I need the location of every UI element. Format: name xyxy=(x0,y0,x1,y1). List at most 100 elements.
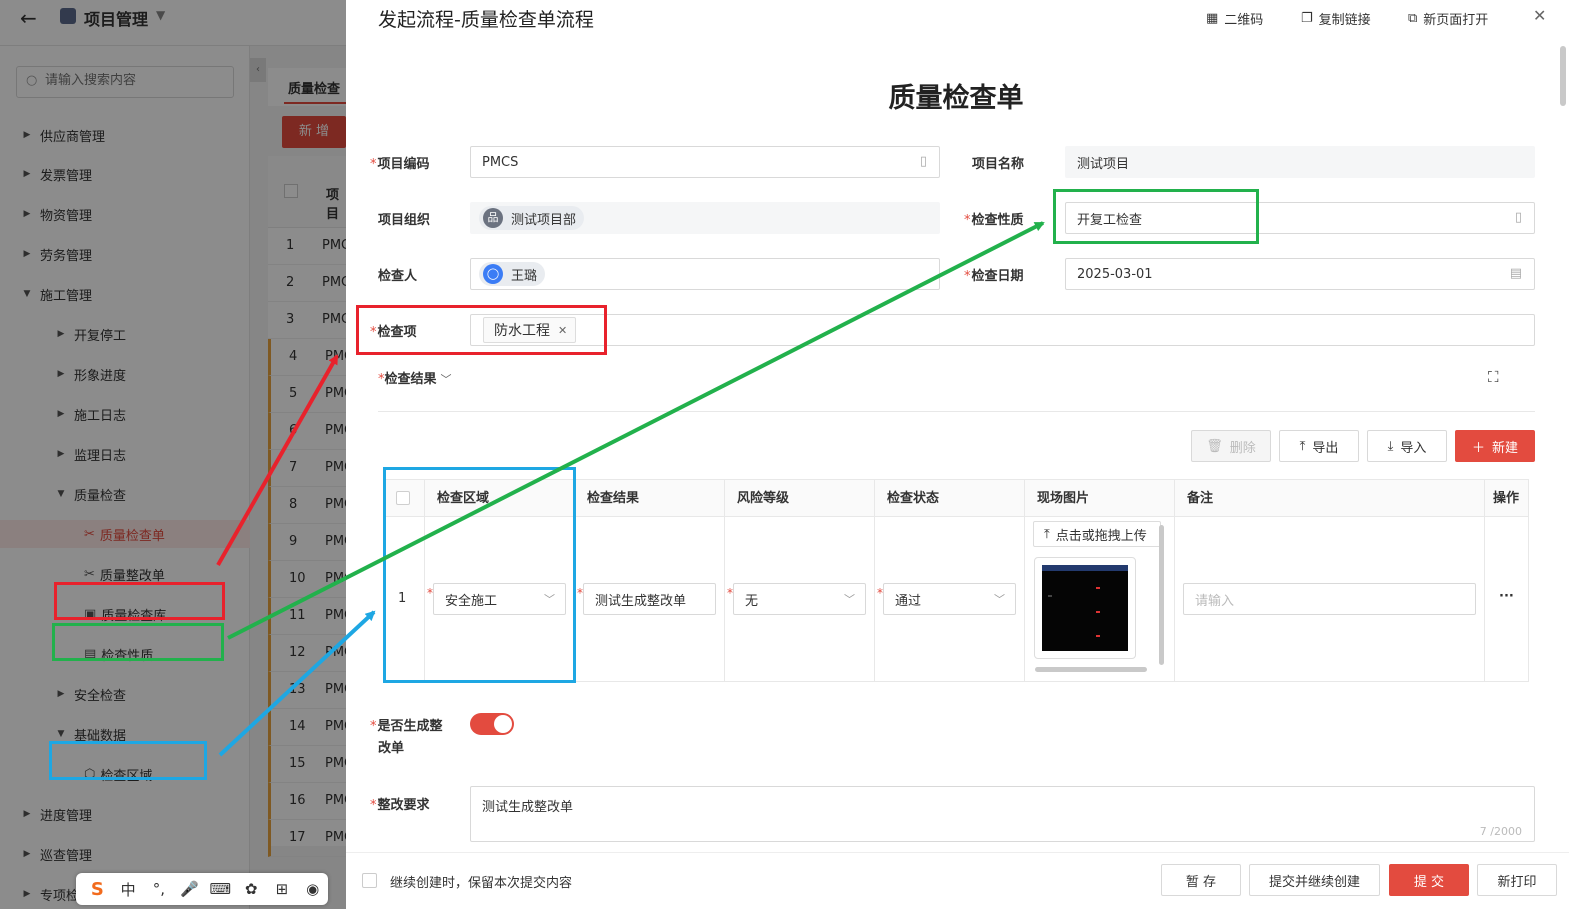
copy-link-icon: ❐ xyxy=(1301,11,1313,26)
copy-link-button[interactable]: ❐ 复制链接 xyxy=(1301,9,1371,28)
project-code-field[interactable]: PMCS ▯ xyxy=(470,146,940,178)
char-count: 7 /2000 xyxy=(1479,825,1522,838)
form-title: 质量检查单 xyxy=(888,83,1024,114)
photo-cell: ⤒ 点击或拖拽上传 xyxy=(1025,517,1175,681)
copy-link-label: 复制链接 xyxy=(1318,13,1371,28)
annotation-red-box-item xyxy=(356,305,607,355)
open-new-page-icon: ⧉ xyxy=(1408,11,1418,26)
inspector-chip: ◯ 王璐 xyxy=(479,262,546,286)
submit-continue-button[interactable]: 提交并继续创建 xyxy=(1249,864,1380,896)
export-button[interactable]: ⤒ 导出 xyxy=(1279,430,1359,462)
cell-horizontal-scrollbar[interactable] xyxy=(1035,667,1147,672)
annotation-blue-box-area-menu xyxy=(49,741,207,780)
qrcode-button[interactable]: ▦ 二维码 xyxy=(1206,9,1263,28)
action-cell: ··· xyxy=(1485,517,1528,681)
user-icon: ◯ xyxy=(483,264,503,284)
trash-icon: 🗑 xyxy=(1206,438,1223,454)
inspect-date-label: *检查日期 xyxy=(964,269,1024,284)
project-org-field: 品 测试项目部 xyxy=(470,202,940,234)
inspector-field[interactable]: ◯ 王璐 xyxy=(470,258,940,290)
chinese-mode-icon[interactable]: 中 xyxy=(113,879,144,900)
more-actions-icon[interactable]: ··· xyxy=(1499,589,1514,604)
inspector-label: 检查人 xyxy=(378,269,418,284)
upload-icon: ⤒ xyxy=(1299,438,1306,454)
status-cell: * 通过 ﹀ xyxy=(875,517,1025,681)
drawer-title: 发起流程-质量检查单流程 xyxy=(378,9,594,31)
result-input[interactable]: 测试生成整改单 xyxy=(583,583,716,615)
annotation-red-box-library xyxy=(54,582,225,620)
skin-icon[interactable]: ✿ xyxy=(236,880,267,898)
qrcode-icon: ▦ xyxy=(1206,11,1219,26)
section-divider xyxy=(378,411,1535,412)
plus-icon: ＋ xyxy=(1471,440,1485,456)
chevron-down-icon: ﹀ xyxy=(844,593,855,606)
print-button[interactable]: 新打印 xyxy=(1477,864,1557,896)
fullscreen-icon[interactable]: ⛶ xyxy=(1488,368,1499,386)
create-row-button[interactable]: ＋新建 xyxy=(1455,430,1535,462)
column-header-status: 检查状态 xyxy=(875,480,1025,517)
column-header-risk: 风险等级 xyxy=(725,480,875,517)
open-new-page-button[interactable]: ⧉ 新页面打开 xyxy=(1408,9,1488,28)
document-icon: ▯ xyxy=(1514,210,1522,225)
save-draft-button[interactable]: 暂 存 xyxy=(1161,864,1241,896)
import-button[interactable]: ⤓ 导入 xyxy=(1367,430,1447,462)
org-chip: 品 测试项目部 xyxy=(479,206,585,230)
remark-cell: 请输入 xyxy=(1175,517,1485,681)
project-name-label: 项目名称 xyxy=(972,157,1025,172)
upload-icon: ⤒ xyxy=(1044,526,1050,542)
gen-rectify-toggle[interactable] xyxy=(470,713,514,735)
photo-thumbnail[interactable] xyxy=(1034,557,1136,659)
inspect-nature-label: *检查性质 xyxy=(964,213,1024,228)
delete-button[interactable]: 🗑 删除 xyxy=(1191,430,1271,462)
risk-select[interactable]: 无 ﹀ xyxy=(733,583,866,615)
status-select[interactable]: 通过 ﹀ xyxy=(883,583,1016,615)
close-icon[interactable]: ✕ xyxy=(1533,6,1546,25)
form-body: 质量检查单 *项目编码 PMCS ▯ 项目名称 测试项目 项目组织 品 测试项目… xyxy=(346,46,1556,852)
drawer-scrollbar[interactable] xyxy=(1560,46,1566,106)
project-code-value: PMCS xyxy=(482,154,519,170)
result-section-header[interactable]: *检查结果 ﹀ xyxy=(378,368,452,387)
open-new-page-label: 新页面打开 xyxy=(1423,13,1489,28)
column-header-action: 操作 xyxy=(1493,491,1520,506)
submit-button[interactable]: 提 交 xyxy=(1389,864,1469,896)
org-value: 测试项目部 xyxy=(511,212,577,228)
chevron-down-icon: ﹀ xyxy=(994,593,1005,606)
chevron-down-icon: ﹀ xyxy=(440,373,452,386)
grid-icon[interactable]: ⊞ xyxy=(267,880,298,898)
rectify-req-textarea[interactable]: 测试生成整改单 7 /2000 xyxy=(470,786,1535,842)
project-org-label: 项目组织 xyxy=(378,213,431,228)
keep-content-checkbox[interactable] xyxy=(362,873,377,888)
document-icon: ▯ xyxy=(919,154,927,169)
inspect-date-field[interactable]: 2025-03-01 ▤ xyxy=(1065,258,1535,290)
result-cell: * 测试生成整改单 xyxy=(575,517,725,681)
column-header-remark: 备注 xyxy=(1175,480,1485,517)
photo-preview xyxy=(1042,565,1128,651)
mascot-icon[interactable]: ◉ xyxy=(297,880,328,898)
remark-input[interactable]: 请输入 xyxy=(1183,583,1476,615)
punctuation-icon[interactable]: °, xyxy=(144,880,175,898)
column-header-photo: 现场图片 xyxy=(1025,480,1175,517)
annotation-blue-box-area xyxy=(383,467,576,683)
risk-cell: * 无 ﹀ xyxy=(725,517,875,681)
project-code-label: *项目编码 xyxy=(370,157,430,172)
ime-toolbar: S 中 °, 🎤 ⌨ ✿ ⊞ ◉ xyxy=(76,873,328,905)
upload-button[interactable]: ⤒ 点击或拖拽上传 xyxy=(1033,521,1161,547)
org-icon: 品 xyxy=(483,208,503,228)
keep-content-label: 继续创建时，保留本次提交内容 xyxy=(390,876,573,891)
qrcode-label: 二维码 xyxy=(1224,13,1264,28)
column-header-result: 检查结果 xyxy=(575,480,725,517)
rectify-req-label: *整改要求 xyxy=(370,798,430,813)
inspect-item-field[interactable]: 防水工程 ✕ xyxy=(470,314,1535,346)
project-name-field: 测试项目 xyxy=(1065,146,1535,178)
inspector-value: 王璐 xyxy=(511,268,538,284)
microphone-icon[interactable]: 🎤 xyxy=(174,880,205,898)
drawer-footer: 继续创建时，保留本次提交内容 暂 存 提交并继续创建 提 交 新打印 xyxy=(346,852,1569,909)
gen-rectify-label: *是否生成整 改单 xyxy=(370,719,443,756)
flow-drawer: 发起流程-质量检查单流程 ▦ 二维码 ❐ 复制链接 ⧉ 新页面打开 ✕ 质量检查… xyxy=(346,0,1569,909)
cell-vertical-scrollbar[interactable] xyxy=(1159,525,1164,665)
sogou-logo-icon[interactable]: S xyxy=(82,879,113,900)
annotation-green-box-nature-menu xyxy=(52,623,224,661)
download-icon: ⤓ xyxy=(1387,438,1394,454)
project-name-value: 测试项目 xyxy=(1077,156,1130,172)
keyboard-icon[interactable]: ⌨ xyxy=(205,880,236,898)
